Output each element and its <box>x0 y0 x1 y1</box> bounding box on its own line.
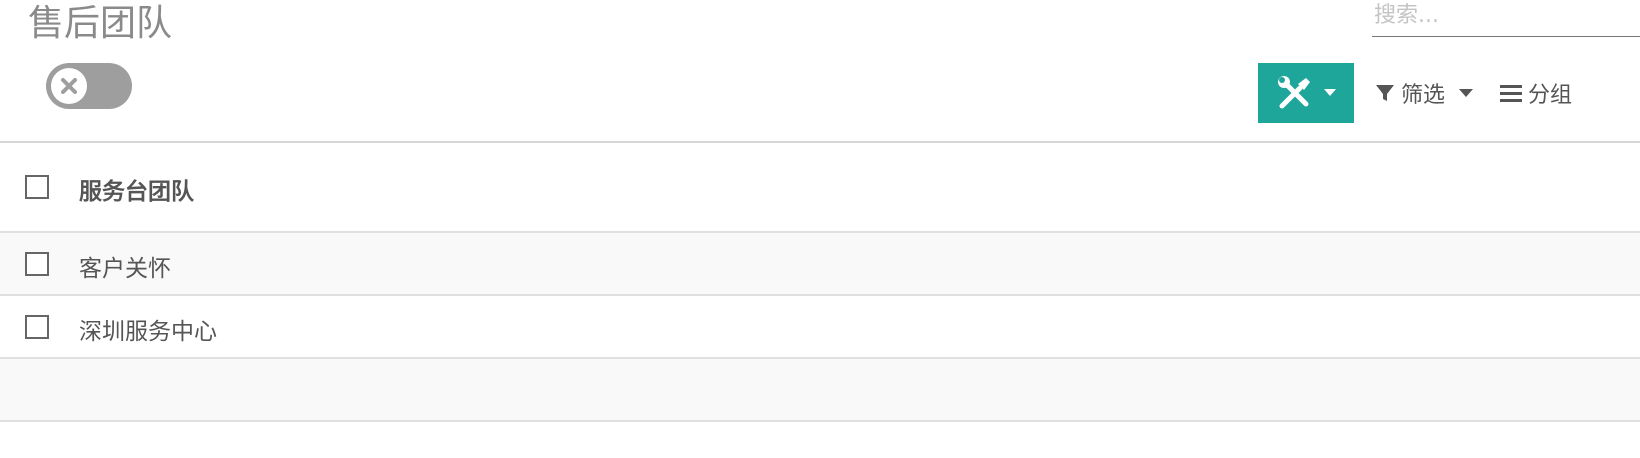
caret-down-icon <box>1459 89 1474 97</box>
row-checkbox[interactable] <box>25 252 49 276</box>
list-view: 服务台团队 客户关怀 深圳服务中心 <box>0 143 1640 422</box>
archive-toggle[interactable] <box>46 63 132 109</box>
empty-row <box>0 359 1640 422</box>
filter-label: 筛选 <box>1401 83 1446 108</box>
tools-dropdown-button[interactable] <box>1258 63 1354 123</box>
caret-down-icon <box>1324 89 1336 96</box>
page: 售后团队 筛选 <box>0 0 1640 458</box>
list-icon <box>1500 85 1522 102</box>
page-title: 售后团队 <box>28 3 173 44</box>
team-name-cell: 客户关怀 <box>79 256 171 282</box>
column-header-helpdesk-team[interactable]: 服务台团队 <box>79 172 194 206</box>
funnel-icon <box>1376 85 1394 101</box>
row-checkbox[interactable] <box>25 315 49 339</box>
filter-button[interactable]: 筛选 <box>1375 78 1474 108</box>
team-name-cell: 深圳服务中心 <box>79 319 217 345</box>
search-box <box>1372 0 1640 37</box>
group-by-button[interactable]: 分组 <box>1500 78 1572 108</box>
close-icon <box>61 78 77 94</box>
search-input[interactable] <box>1372 0 1640 30</box>
toggle-knob <box>51 68 87 104</box>
table-row[interactable]: 客户关怀 <box>0 233 1640 296</box>
table-header-row: 服务台团队 <box>0 143 1640 233</box>
wrench-screwdriver-icon <box>1278 76 1310 109</box>
table-row[interactable]: 深圳服务中心 <box>0 296 1640 359</box>
group-by-label: 分组 <box>1528 83 1573 108</box>
select-all-checkbox[interactable] <box>25 175 49 199</box>
